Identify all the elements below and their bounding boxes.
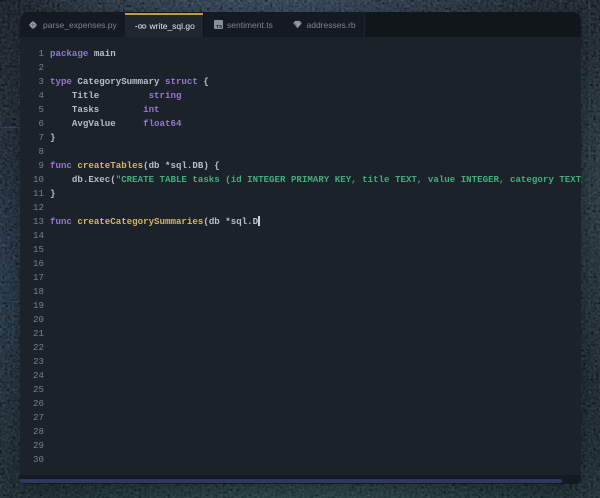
svg-text:TS: TS (216, 24, 223, 29)
